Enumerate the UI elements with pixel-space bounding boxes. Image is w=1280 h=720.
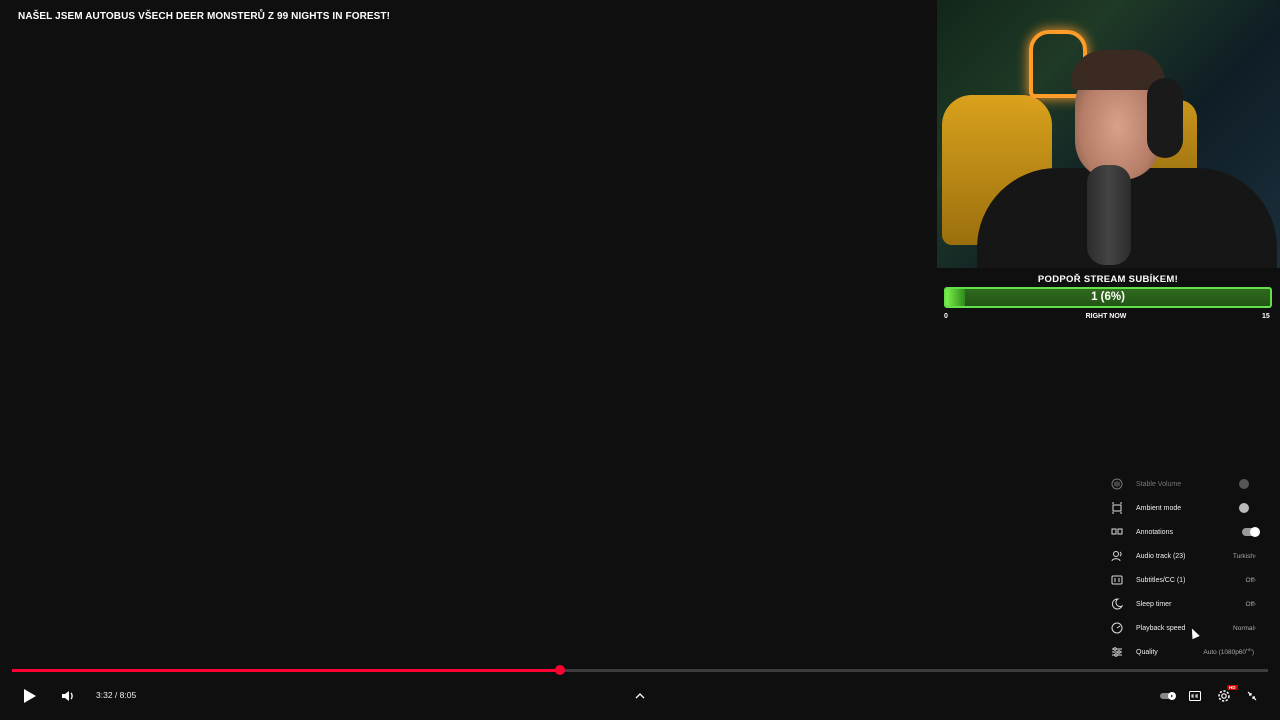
stable-volume-toggle[interactable]: [1239, 479, 1258, 489]
menu-item-sleep-timer[interactable]: Sleep timer Off ›: [1104, 592, 1268, 616]
menu-item-playback-speed[interactable]: Playback speed Normal ›: [1104, 616, 1268, 640]
cc-icon: [1189, 691, 1201, 701]
menu-item-label: Playback speed: [1136, 624, 1186, 632]
stable-volume-icon: [1110, 477, 1124, 491]
hd-badge: HD: [1227, 685, 1238, 690]
expand-up-button[interactable]: [632, 688, 648, 704]
chevron-up-icon: [635, 693, 645, 699]
play-icon: [24, 689, 36, 703]
sub-goal-max: 15: [1262, 313, 1270, 320]
sleep-timer-icon: [1110, 597, 1124, 611]
audio-track-icon: [1110, 549, 1124, 563]
webcam-microphone: [1087, 165, 1131, 265]
menu-item-value: Auto (1080p60HD): [1203, 647, 1254, 657]
sub-goal-bar: 1 (6%): [944, 287, 1272, 308]
ambient-mode-toggle[interactable]: [1239, 503, 1258, 513]
annotations-icon: [1110, 525, 1124, 539]
ambient-mode-icon: [1110, 501, 1124, 515]
chevron-right-icon: ›: [1253, 576, 1256, 584]
webcam-headphones: [1147, 78, 1183, 158]
menu-item-quality[interactable]: Quality Auto (1080p60HD): [1104, 640, 1268, 664]
exit-fullscreen-button[interactable]: [1244, 688, 1260, 704]
menu-item-audio-track[interactable]: Audio track (23) Turkish ›: [1104, 544, 1268, 568]
time-display: 3:32 / 8:05: [96, 690, 137, 700]
quality-icon: [1110, 645, 1124, 659]
menu-item-label: Audio track (23): [1136, 552, 1186, 560]
quality-hd-badge: HD: [1246, 647, 1252, 653]
sub-goal-title: PODPOŘ STREAM SUBÍKEM!: [1037, 274, 1179, 285]
autoplay-toggle-icon: [1160, 692, 1176, 700]
volume-icon: [62, 691, 73, 701]
chevron-right-icon: ›: [1253, 552, 1256, 560]
menu-item-ambient-mode[interactable]: Ambient mode: [1104, 496, 1268, 520]
menu-item-annotations[interactable]: Annotations: [1104, 520, 1268, 544]
menu-item-stable-volume[interactable]: Stable Volume: [1104, 472, 1268, 496]
quality-value-text: Auto (1080p60: [1203, 649, 1247, 657]
volume-button[interactable]: [58, 686, 78, 706]
progress-scrubber-handle[interactable]: [554, 665, 565, 675]
sub-goal-progress-text: 1 (6%): [1091, 291, 1125, 303]
autoplay-toggle[interactable]: [1158, 688, 1178, 704]
subtitles-button[interactable]: [1187, 688, 1203, 704]
play-button[interactable]: [20, 686, 40, 706]
exit-fullscreen-icon: [1247, 691, 1257, 701]
menu-item-label: Sleep timer: [1136, 600, 1172, 608]
sub-goal-label: RIGHT NOW: [1085, 313, 1127, 320]
chevron-right-icon: ›: [1253, 600, 1256, 608]
menu-item-subtitles[interactable]: Subtitles/CC (1) Off ›: [1104, 568, 1268, 592]
progress-bar[interactable]: [12, 665, 1268, 675]
progress-played: [12, 669, 560, 672]
menu-item-label: Subtitles/CC (1): [1136, 576, 1186, 584]
playback-speed-icon: [1110, 621, 1124, 635]
menu-item-value: Normal: [1233, 624, 1254, 632]
webcam-overlay: [937, 0, 1280, 268]
gear-icon: [1218, 690, 1230, 702]
chevron-right-icon: ›: [1253, 624, 1256, 632]
settings-menu: Stable Volume Ambient mode Annotations A…: [1104, 472, 1268, 664]
menu-item-label: Quality: [1136, 648, 1158, 656]
annotations-toggle[interactable]: [1242, 527, 1260, 537]
subtitles-icon: [1110, 573, 1124, 587]
menu-item-value: Turkish: [1232, 552, 1254, 560]
video-title: NAŠEL JSEM AUTOBUS VŠECH DEER MONSTERŮ Z…: [18, 11, 391, 22]
